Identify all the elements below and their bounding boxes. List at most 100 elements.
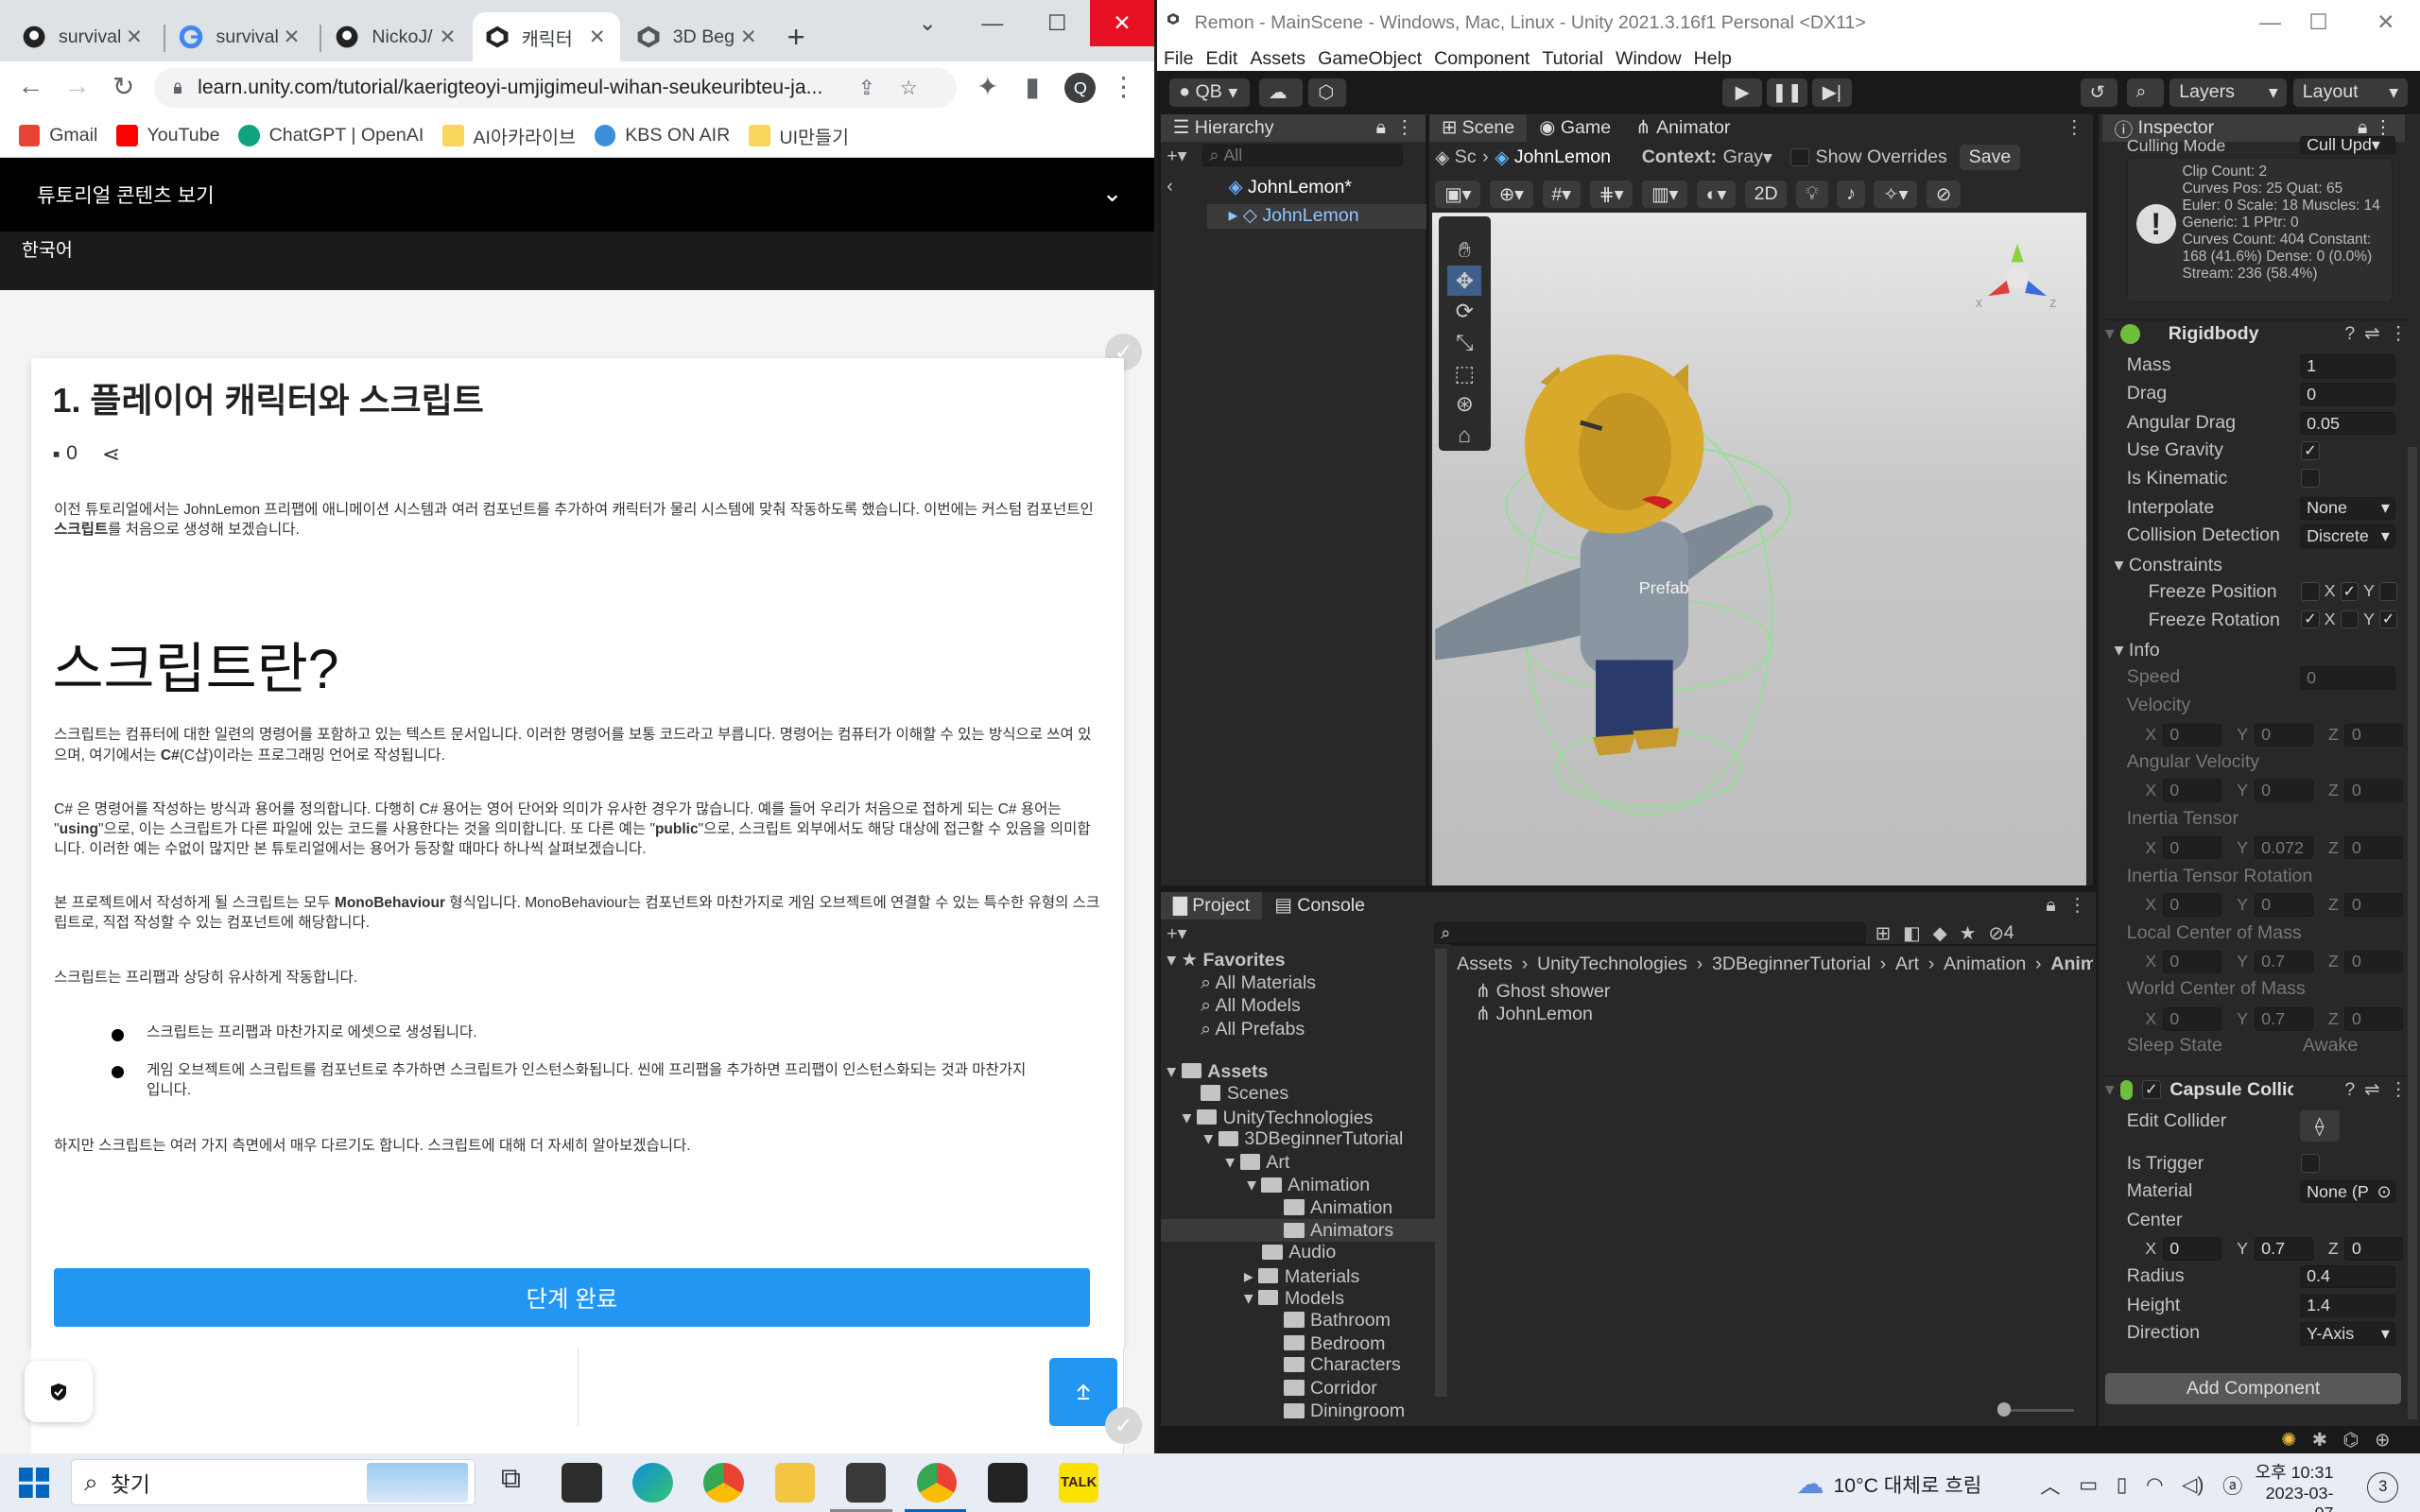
center-x-field[interactable]: 0 (2162, 1237, 2221, 1261)
volume-icon[interactable]: ◁) (2182, 1473, 2204, 1497)
center-y-field[interactable]: 0.7 (2254, 1237, 2313, 1261)
close-icon[interactable]: ✕ (737, 26, 759, 49)
freeze-rotation-z-checkbox[interactable]: ✓ (2378, 610, 2398, 629)
tree-scrollbar[interactable] (1435, 949, 1448, 1397)
breadcrumb-item[interactable]: 3DBeginnerTutorial (1712, 954, 1871, 975)
breadcrumb-item[interactable]: Anim (2050, 954, 2092, 975)
scale-tool-icon[interactable]: ⤡ (1447, 327, 1481, 358)
debug-mode-icon[interactable]: ⊕ (2375, 1429, 2390, 1452)
culling-mode-dropdown[interactable]: Cull Upd ▾ (2299, 135, 2395, 155)
unity-editor-app-icon[interactable] (987, 1462, 1028, 1503)
hierarchy-root-item[interactable]: ◈ JohnLemon* (1229, 176, 1352, 198)
extensions-icon[interactable]: ✦ (966, 65, 1010, 109)
terminal-app-icon[interactable] (562, 1462, 602, 1503)
favorite-item[interactable]: ⌕ All Models (1201, 995, 1301, 1017)
mass-field[interactable]: 1 (2299, 354, 2395, 378)
address-bar[interactable]: learn.unity.com/tutorial/kaerigteoyi-umj… (154, 67, 958, 109)
shading-icon[interactable]: ◐▾ (1696, 180, 1737, 209)
favorites-header[interactable]: ▾ ★ Favorites (1167, 949, 1285, 971)
add-icon[interactable]: +▾ (1167, 145, 1186, 167)
hand-tool-icon[interactable]: ✋︎ (1447, 234, 1481, 266)
step-button[interactable]: ▶| (1811, 78, 1853, 107)
hierarchy-search-input[interactable]: ⌕ All (1201, 145, 1404, 167)
task-view-icon[interactable]: ⧉ (491, 1463, 530, 1503)
direction-dropdown[interactable]: Y-Axis ▾ (2299, 1322, 2395, 1346)
tab-3d-beginner[interactable]: 3D Beg ✕ (624, 12, 772, 61)
freeze-rotation-x-checkbox[interactable]: ✓ (2301, 610, 2320, 629)
rigidbody-header[interactable]: ▾ Rigidbody ? ⇌ ⋮ (2104, 318, 2408, 347)
tab-survival-1[interactable]: survival ✕ (9, 12, 158, 61)
freeze-rotation-y-checkbox[interactable] (2340, 610, 2360, 629)
file-explorer-app-icon[interactable] (774, 1462, 815, 1503)
notification-button[interactable]: 3 (2367, 1471, 2399, 1503)
tree-item[interactable]: ▾ Art (1225, 1151, 1289, 1174)
save-button[interactable]: Save (1959, 145, 2021, 170)
preset-icon[interactable]: ⇌ (2364, 322, 2379, 345)
bookmark-youtube[interactable]: YouTube (115, 125, 219, 146)
use-gravity-checkbox[interactable]: ✓ (2301, 440, 2320, 460)
transform-tool-icon[interactable]: ⊛ (1447, 388, 1481, 420)
tab-animator[interactable]: ⋔ Animator (1623, 113, 1743, 143)
breadcrumb-item[interactable]: Art (1895, 954, 1919, 975)
tree-item[interactable]: Audio (1262, 1242, 1336, 1263)
tab-console[interactable]: ▤ Console (1262, 891, 1378, 920)
play-button[interactable]: ▶ (1721, 78, 1763, 107)
tree-item[interactable]: ▾ 3DBeginnerTutorial (1203, 1127, 1403, 1150)
tab-hierarchy[interactable]: ☰ Hierarchy 🔒︎ ⋮ (1160, 113, 1426, 143)
is-kinematic-checkbox[interactable] (2301, 469, 2320, 488)
privacy-shield-button[interactable] (25, 1360, 93, 1423)
tab-project[interactable]: ▇ Project (1160, 891, 1263, 920)
bookmark-star-icon[interactable]: ☆ (900, 77, 918, 100)
freeze-position-x-checkbox[interactable] (2301, 582, 2320, 601)
tree-item[interactable]: Characters (1284, 1354, 1401, 1376)
is-trigger-checkbox[interactable] (2301, 1154, 2320, 1173)
capsule-collider-header[interactable]: ▾ ✓ Capsule Collic ? ⇌ ⋮ (2104, 1074, 2408, 1103)
complete-step-button[interactable]: 단계 완료 (54, 1267, 1090, 1328)
bookmark-gmail[interactable]: Gmail (18, 125, 97, 146)
tree-item[interactable]: Scenes (1201, 1083, 1288, 1105)
close-icon[interactable]: ✕ (124, 26, 146, 49)
kakaotalk-app-icon[interactable]: TALK (1058, 1462, 1099, 1503)
object-picker-icon[interactable]: ⊙ (2377, 1182, 2391, 1202)
asset-file[interactable]: ⋔ JohnLemon (1476, 1003, 1593, 1025)
tree-item[interactable]: ▸ Materials (1244, 1265, 1359, 1288)
center-z-field[interactable]: 0 (2344, 1237, 2404, 1261)
windows-start-button[interactable] (18, 1467, 50, 1499)
new-tab-button[interactable]: + (787, 19, 805, 55)
custom-tool-icon[interactable]: ⌂ (1447, 420, 1481, 451)
info-foldout[interactable]: ▾ Info (2115, 639, 2160, 662)
angular-drag-field[interactable]: 0.05 (2299, 411, 2395, 436)
global-icon[interactable]: ⊕▾ (1489, 180, 1533, 209)
lock-icon[interactable]: 🔒︎ (1376, 117, 1386, 139)
lock-icon[interactable]: 🔒︎ (2046, 895, 2055, 917)
chrome-app-icon[interactable] (703, 1462, 744, 1503)
collab-icon[interactable]: ⬡ (1308, 78, 1346, 107)
unity-hub-app-icon[interactable] (845, 1462, 887, 1503)
rect-tool-icon[interactable]: ⬚ (1447, 358, 1481, 389)
tree-item[interactable]: ▾ UnityTechnologies (1183, 1107, 1374, 1129)
chevron-down-icon[interactable]: ⌄ (1102, 179, 1123, 208)
layout-dropdown[interactable]: Layout ▾ (2293, 78, 2408, 107)
auto-generate-lighting-icon[interactable]: ✺ (2281, 1429, 2296, 1452)
tab-search-icon[interactable]: ⌄ (895, 0, 960, 46)
tab-unity-learn-active[interactable]: 캐릭터 ✕ (472, 12, 621, 62)
inspector-scrollbar[interactable] (2407, 447, 2417, 1419)
draw-mode-icon[interactable]: ▣▾ (1435, 180, 1481, 209)
close-icon[interactable]: ✕ (281, 26, 302, 49)
add-icon[interactable]: +▾ (1167, 922, 1186, 945)
taskbar-search-box[interactable]: ⌕ 찾기 (71, 1459, 475, 1506)
forward-icon[interactable]: → (56, 65, 99, 109)
maximize-button[interactable]: ☐ (1025, 0, 1090, 46)
menu-kebab-icon[interactable]: ⋮ (2065, 116, 2083, 139)
context-dropdown[interactable]: Gray (1723, 146, 1763, 168)
constraints-foldout[interactable]: ▾ Constraints (2115, 554, 2222, 576)
menu-kebab-icon[interactable]: ⋮ (1395, 116, 1414, 139)
menu-kebab-icon[interactable]: ⋮ (2068, 894, 2087, 917)
freeze-position-y-checkbox[interactable]: ✓ (2340, 582, 2360, 601)
hidden-packages-icon[interactable]: ⊘ (1988, 922, 2003, 945)
close-window-button[interactable]: ✕ (2377, 9, 2394, 35)
tree-item[interactable]: Animation (1284, 1197, 1392, 1219)
increment-snap-icon[interactable]: ⋕▾ (1589, 180, 1634, 209)
minimize-button[interactable]: — (2259, 9, 2281, 35)
scene-viewport[interactable]: Prefab x z (1432, 213, 2087, 886)
